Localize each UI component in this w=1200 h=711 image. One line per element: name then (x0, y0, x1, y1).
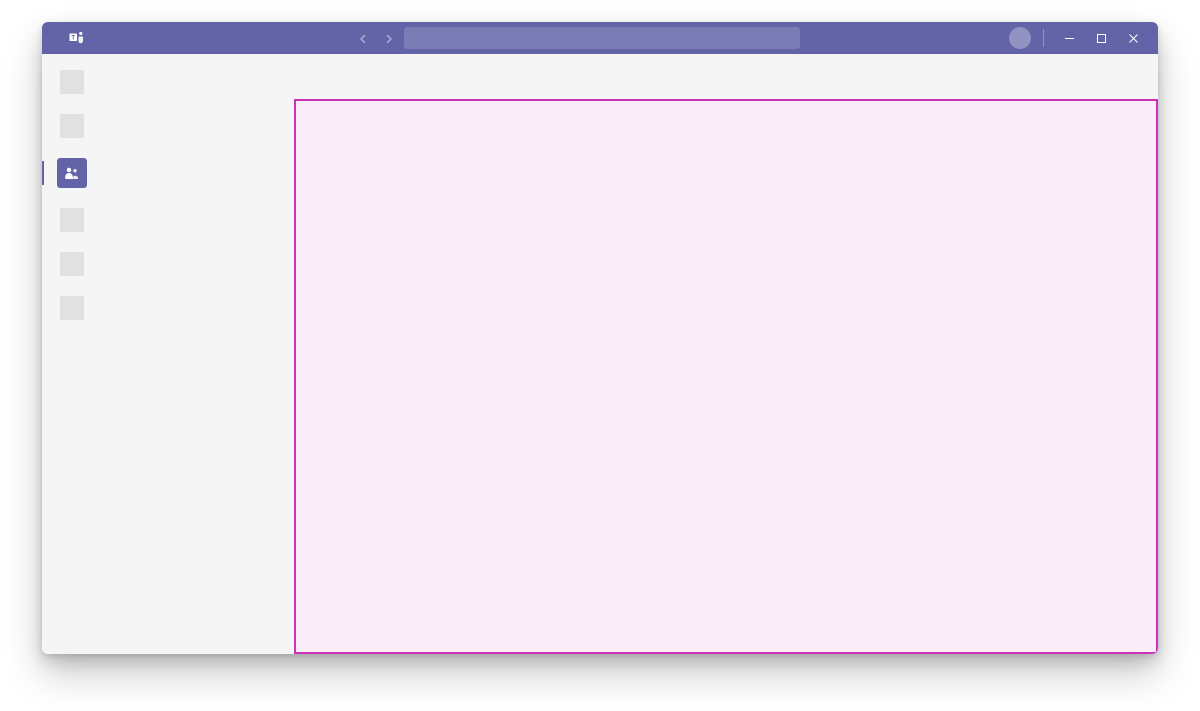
rail-item-chat[interactable] (60, 114, 84, 138)
content-area (42, 54, 1158, 654)
close-button[interactable] (1118, 22, 1148, 54)
rail-item-calendar[interactable] (60, 208, 84, 232)
rail-item-teams[interactable] (57, 158, 87, 188)
secondary-panel (102, 54, 294, 654)
history-nav (358, 31, 398, 45)
user-avatar[interactable] (1009, 27, 1031, 49)
minimize-button[interactable] (1054, 22, 1084, 54)
main-stage (294, 54, 1158, 654)
forward-button[interactable] (384, 31, 398, 45)
app-window: T (42, 22, 1158, 654)
back-button[interactable] (358, 31, 372, 45)
app-rail (42, 54, 102, 654)
titlebar-right-cluster (1009, 22, 1148, 54)
rail-item-calls[interactable] (60, 252, 84, 276)
separator (1043, 29, 1044, 47)
teams-icon (63, 164, 81, 182)
title-bar: T (42, 22, 1158, 54)
rail-item-files[interactable] (60, 296, 84, 320)
maximize-button[interactable] (1086, 22, 1116, 54)
svg-text:T: T (71, 36, 75, 42)
rail-item-activity[interactable] (60, 70, 84, 94)
canvas-highlight-region (294, 99, 1158, 654)
search-input[interactable] (404, 27, 800, 49)
teams-logo-icon: T (68, 29, 86, 47)
